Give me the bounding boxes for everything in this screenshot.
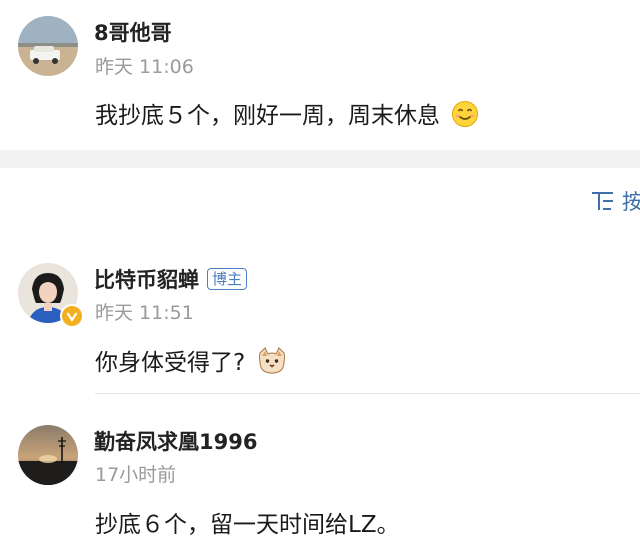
- cat-emoji-icon: [257, 346, 287, 381]
- sort-icon[interactable]: [591, 190, 617, 216]
- timestamp: 昨天 11:06: [95, 56, 194, 78]
- comment-text: 抄底６个，留一天时间给LZ。: [95, 512, 400, 538]
- comment-divider: [95, 393, 640, 394]
- comment-item: 8哥他哥 昨天 11:06 我抄底５个，刚好一周，周末休息: [0, 0, 640, 150]
- sort-label[interactable]: 按: [622, 186, 640, 216]
- username[interactable]: 勤奋凤求凰1996: [94, 426, 257, 456]
- avatar-image: [18, 16, 78, 76]
- comment-text: 你身体受得了?: [95, 343, 287, 381]
- timestamp: 17小时前: [95, 464, 177, 486]
- smile-emoji-icon: [451, 100, 479, 134]
- avatar[interactable]: [18, 16, 78, 76]
- comment-text: 我抄底５个，刚好一周，周末休息: [95, 96, 479, 134]
- avatar[interactable]: [18, 425, 78, 485]
- comment-text-body: 我抄底５个，刚好一周，周末休息: [95, 103, 440, 129]
- comment-text-body: 你身体受得了?: [95, 350, 246, 376]
- section-separator: [0, 150, 640, 168]
- username[interactable]: 比特币貂蝉 博主: [94, 264, 248, 294]
- avatar-image: [18, 425, 78, 485]
- username-text[interactable]: 比特币貂蝉: [94, 268, 199, 292]
- timestamp: 昨天 11:51: [95, 302, 194, 324]
- verified-badge-icon: [60, 304, 84, 328]
- username[interactable]: 8哥他哥: [94, 17, 172, 47]
- author-badge: 博主: [207, 268, 248, 290]
- comment-feed: 8哥他哥 昨天 11:06 我抄底５个，刚好一周，周末休息 按 比特币貂蝉 博主…: [0, 0, 640, 542]
- sort-bar[interactable]: [0, 168, 640, 230]
